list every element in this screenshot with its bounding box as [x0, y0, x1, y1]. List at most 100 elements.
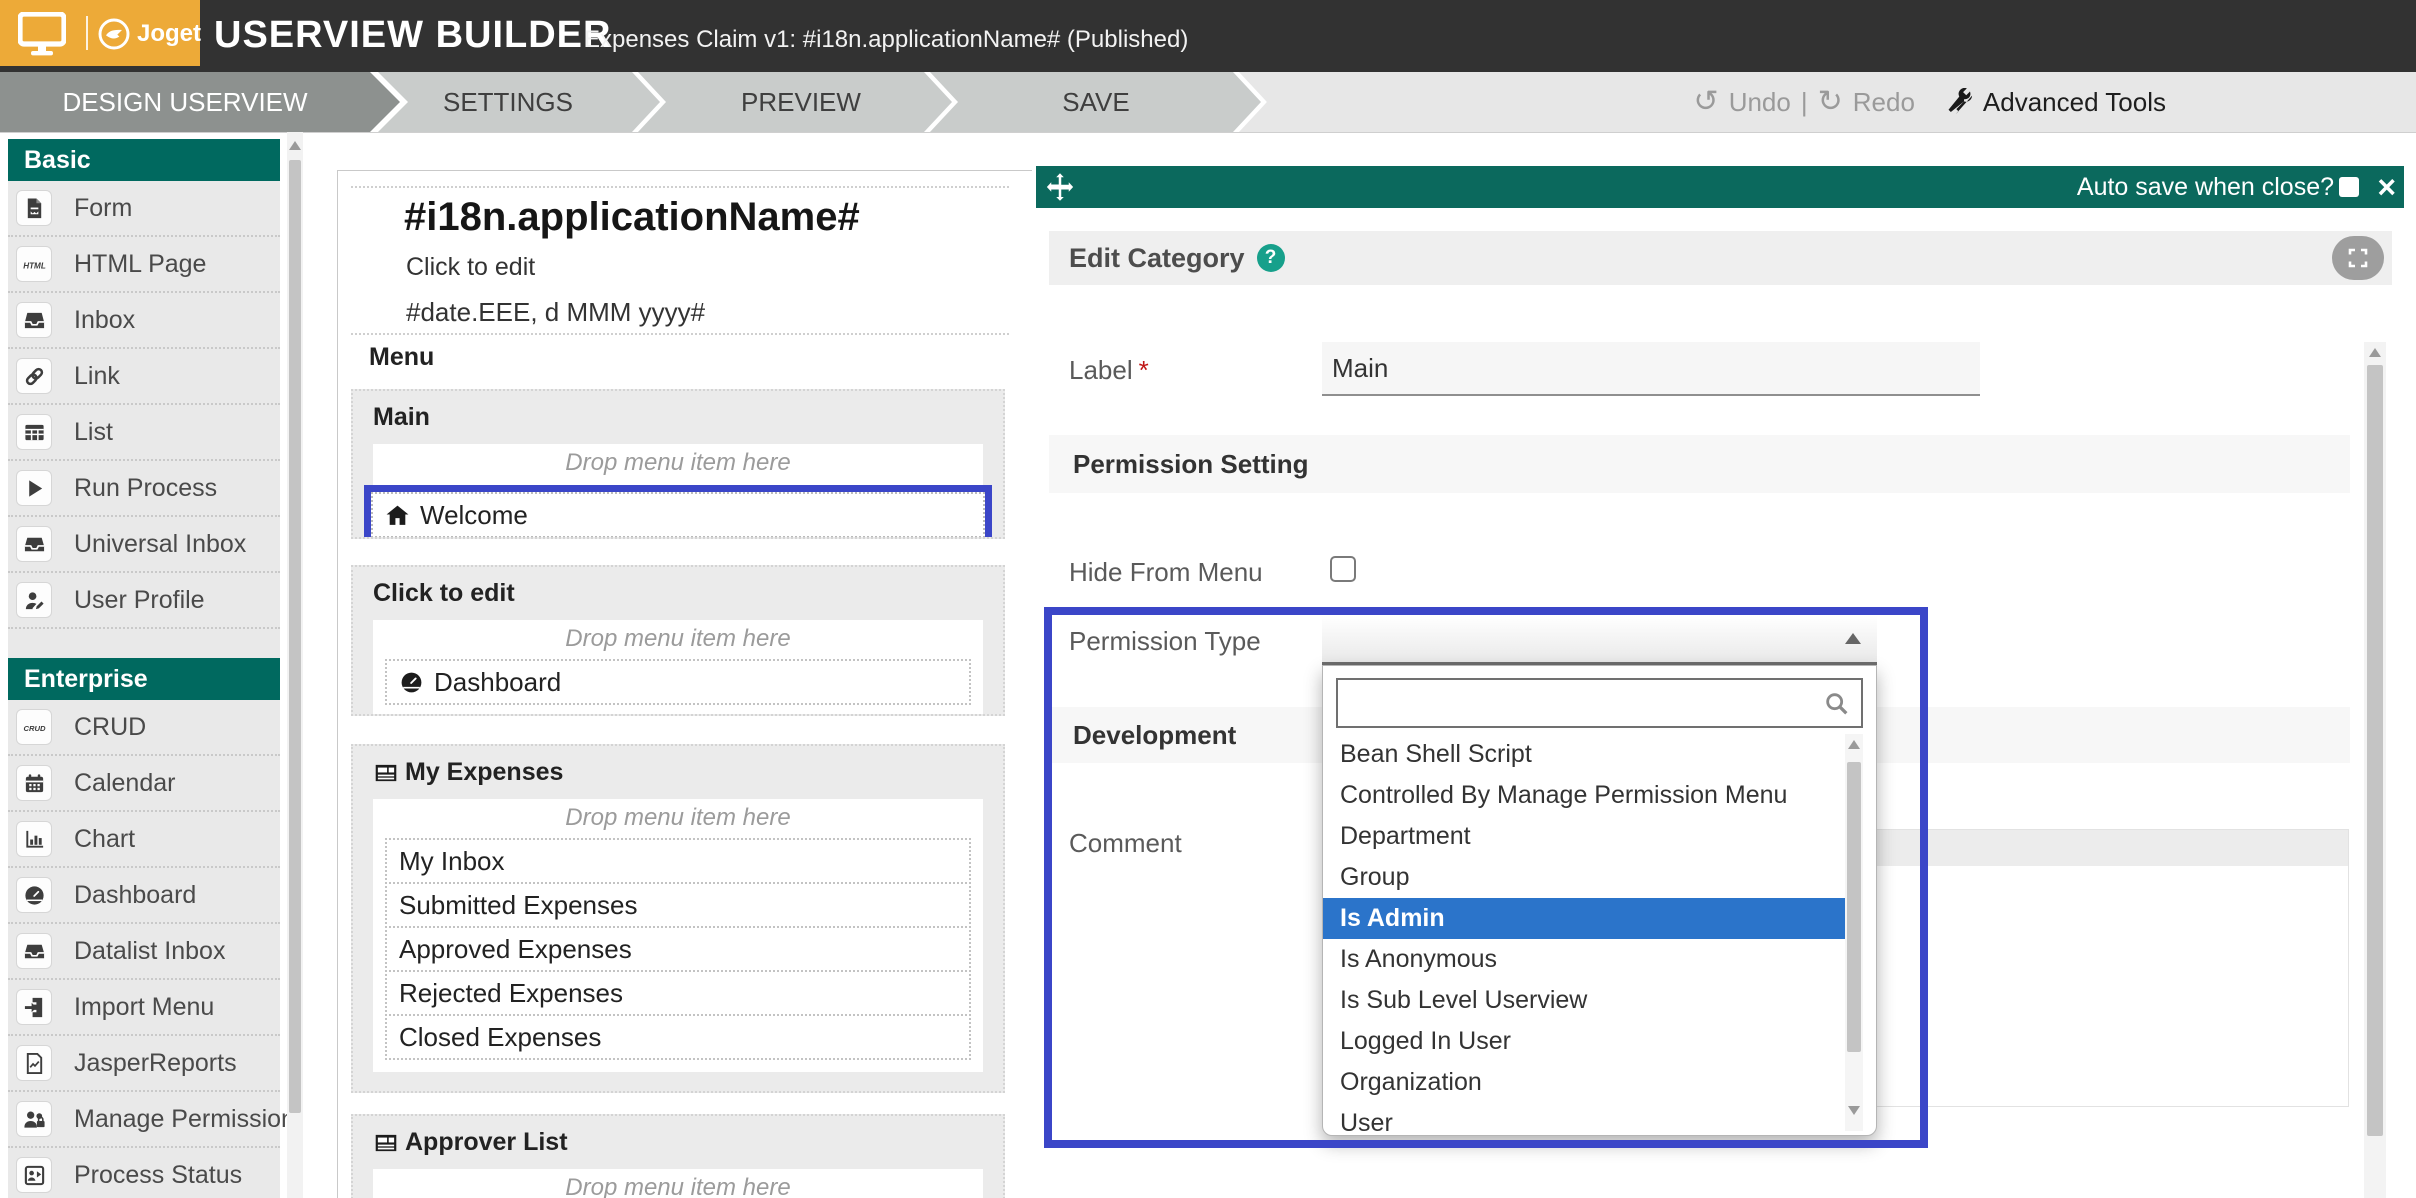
palette-item-link[interactable]: Link [8, 349, 280, 405]
dropdown-scrollbar-thumb[interactable] [1847, 762, 1861, 1052]
canvas-app-title[interactable]: #i18n.applicationName# [404, 195, 860, 240]
palette-item-inbox[interactable]: Inbox [8, 293, 280, 349]
element-palette: Basic Form HTML HTML Page Inbox Link Lis… [8, 139, 280, 1198]
permission-type-select[interactable] [1322, 616, 1877, 665]
expand-icon[interactable] [2332, 236, 2384, 280]
palette-item-crud[interactable]: CRUD CRUD [8, 700, 280, 756]
menu-item-approved-expenses[interactable]: Approved Expenses [385, 926, 971, 972]
dialog-titlebar[interactable]: Auto save when close? × [1036, 166, 2404, 208]
menu-item-submitted-expenses[interactable]: Submitted Expenses [385, 882, 971, 928]
app-header: Joget USERVIEW BUILDER Expenses Claim v1… [0, 0, 2416, 72]
category-click-to-edit[interactable]: Click to edit Drop menu item here Dashbo… [351, 565, 1005, 716]
svg-text:CRUD: CRUD [23, 723, 46, 732]
scroll-up-arrow[interactable] [1848, 740, 1860, 749]
palette-item-dashboard[interactable]: Dashboard [8, 868, 280, 924]
palette-item-label: Universal Inbox [74, 530, 246, 559]
palette-item-list[interactable]: List [8, 405, 280, 461]
option-is-sub-level-userview[interactable]: Is Sub Level Userview [1323, 980, 1845, 1021]
dialog-scrollbar[interactable] [2364, 342, 2386, 1198]
comment-caption: Comment [1069, 828, 1182, 859]
joget-logo-block: Joget [0, 0, 200, 66]
palette-item-universal-inbox[interactable]: Universal Inbox [8, 517, 280, 573]
palette-item-jasperreports[interactable]: JasperReports [8, 1036, 280, 1092]
home-icon [385, 503, 410, 528]
help-icon[interactable]: ? [1257, 244, 1285, 272]
category-title[interactable]: Click to edit [373, 579, 1003, 608]
list-icon [373, 760, 399, 786]
menu-item-closed-expenses[interactable]: Closed Expenses [385, 1014, 971, 1060]
search-icon [1823, 690, 1851, 718]
palette-item-chart[interactable]: Chart [8, 812, 280, 868]
category-approver-list[interactable]: Approver List Drop menu item here [351, 1114, 1005, 1198]
hide-from-menu-checkbox[interactable] [1330, 556, 1356, 582]
option-organization[interactable]: Organization [1323, 1062, 1845, 1103]
palette-item-label: Chart [74, 825, 135, 854]
category-title[interactable]: My Expenses [373, 758, 1003, 787]
tab-settings[interactable]: SETTINGS [370, 72, 646, 132]
label-field-input[interactable] [1322, 342, 1980, 396]
move-icon[interactable] [1045, 172, 1075, 202]
dropdown-search-input[interactable] [1338, 680, 1830, 726]
menu-item-dashboard[interactable]: Dashboard [385, 659, 971, 705]
drop-hint: Drop menu item here [373, 799, 983, 840]
palette-item-calendar[interactable]: Calendar [8, 756, 280, 812]
palette-item-label: Calendar [74, 769, 175, 798]
undo-icon[interactable]: ↺ [1694, 87, 1719, 117]
undo-button[interactable]: Undo [1729, 87, 1791, 118]
close-icon[interactable]: × [2377, 166, 2396, 208]
scroll-up-arrow[interactable] [289, 141, 301, 150]
redo-icon[interactable]: ↻ [1818, 87, 1843, 117]
autosave-checkbox[interactable] [2339, 177, 2359, 197]
option-department[interactable]: Department [1323, 816, 1845, 857]
category-title-text: Approver List [405, 1128, 568, 1157]
tab-design-userview[interactable]: DESIGN USERVIEW [0, 72, 370, 132]
dropdown-scrollbar[interactable] [1845, 734, 1863, 1131]
sidebar-scrollbar[interactable] [287, 132, 303, 1198]
dashboard-icon [399, 670, 424, 695]
palette-item-datalist-inbox[interactable]: Datalist Inbox [8, 924, 280, 980]
palette-item-run-process[interactable]: Run Process [8, 461, 280, 517]
redo-button[interactable]: Redo [1853, 87, 1915, 118]
dialog-scrollbar-thumb[interactable] [2367, 365, 2383, 1136]
menu-item-my-inbox[interactable]: My Inbox [385, 838, 971, 884]
option-is-admin-selected[interactable]: Is Admin [1323, 898, 1845, 939]
builder-subtitle: Expenses Claim v1: #i18n.applicationName… [584, 26, 1188, 54]
tab-preview[interactable]: PREVIEW [663, 72, 939, 132]
sidebar-scrollbar-thumb[interactable] [289, 160, 301, 1113]
tab-save[interactable]: SAVE [955, 72, 1237, 132]
palette-item-html-page[interactable]: HTML HTML Page [8, 237, 280, 293]
palette-item-form[interactable]: Form [8, 181, 280, 237]
canvas-edit-hint[interactable]: Click to edit [406, 253, 535, 282]
option-bean-shell-script[interactable]: Bean Shell Script [1323, 734, 1845, 775]
option-is-anonymous[interactable]: Is Anonymous [1323, 939, 1845, 980]
datalist-inbox-icon [16, 933, 52, 969]
palette-item-manage-permission[interactable]: Manage Permission [8, 1092, 280, 1148]
category-title[interactable]: Approver List [373, 1128, 1003, 1157]
menu-item-welcome[interactable]: Welcome [371, 492, 985, 538]
category-main[interactable]: Main Drop menu item here Welcome [351, 389, 1005, 539]
scroll-up-arrow[interactable] [2369, 348, 2381, 357]
option-user[interactable]: User [1323, 1103, 1845, 1136]
palette-item-import-menu[interactable]: Import Menu [8, 980, 280, 1036]
jasperreports-icon [16, 1045, 52, 1081]
menu-item-label: Submitted Expenses [399, 884, 637, 926]
dialog-title: Edit Category [1069, 243, 1245, 274]
scroll-down-arrow[interactable] [1848, 1106, 1860, 1115]
permission-setting-section: Permission Setting [1049, 435, 2350, 493]
joget-circle-icon [98, 18, 130, 50]
menu-item-rejected-expenses[interactable]: Rejected Expenses [385, 970, 971, 1016]
category-my-expenses[interactable]: My Expenses Drop menu item here My Inbox… [351, 744, 1005, 1093]
palette-item-user-profile[interactable]: User Profile [8, 573, 280, 629]
brand-text: Joget [137, 20, 201, 48]
category-title[interactable]: Main [373, 403, 1003, 432]
palette-item-label: HTML Page [74, 250, 206, 279]
selected-menu-item-outline: Welcome [364, 485, 992, 539]
palette-item-process-status[interactable]: Process Status [8, 1148, 280, 1198]
import-menu-icon [16, 989, 52, 1025]
advanced-tools-button[interactable]: Advanced Tools [1947, 87, 2166, 118]
option-logged-in-user[interactable]: Logged In User [1323, 1021, 1845, 1062]
option-group[interactable]: Group [1323, 857, 1845, 898]
drop-hint: Drop menu item here [373, 1169, 983, 1198]
option-controlled-by-manage-permission-menu[interactable]: Controlled By Manage Permission Menu [1323, 775, 1845, 816]
palette-item-label: List [74, 418, 113, 447]
